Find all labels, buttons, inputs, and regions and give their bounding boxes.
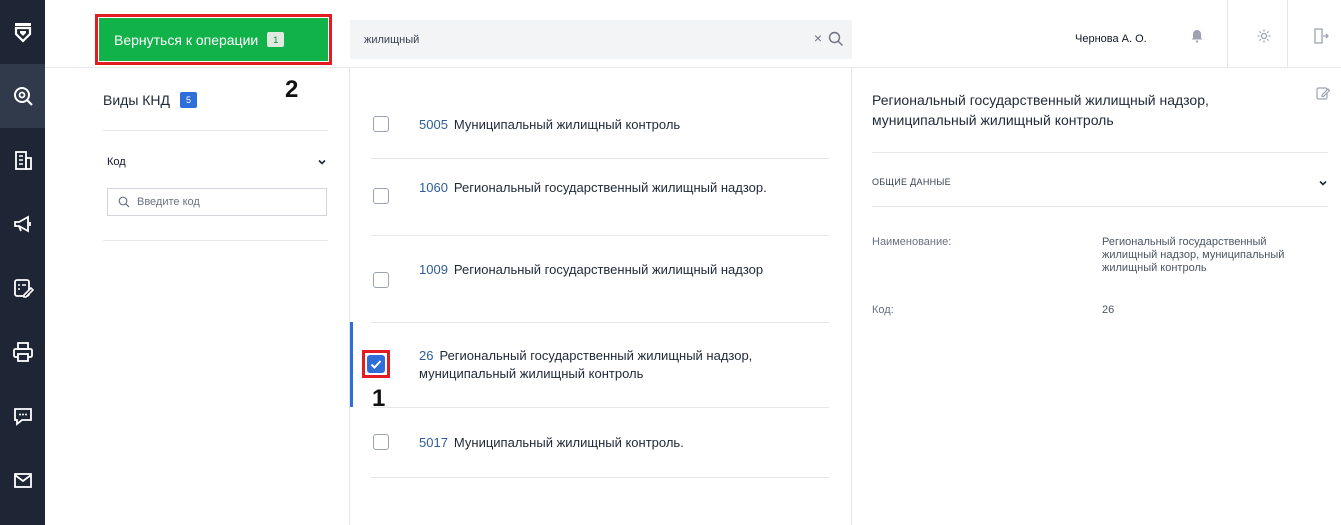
search-input[interactable] [364,33,804,46]
edit-icon[interactable] [1316,86,1330,100]
list-item-text: 1060 Региональный государственный жилищны… [419,180,767,195]
list-item-text: 5017 Муниципальный жилищный контроль. [419,435,684,450]
divider [103,130,328,131]
filter-title: Виды КНД 5 [103,92,198,108]
logo-shield-icon[interactable] [0,0,45,64]
return-to-operation-button[interactable]: Вернуться к операции 1 [99,18,328,61]
details-panel: Региональный государственный жилищный на… [852,68,1341,525]
divider [103,240,328,241]
list-item-text: 26 Региональный государственный жилищный … [419,348,753,381]
count-badge: 5 [180,92,198,108]
chevron-down-icon[interactable] [1318,178,1328,188]
chevron-down-icon[interactable] [317,157,327,167]
logout-icon[interactable] [1313,27,1329,45]
filter-title-text: Виды КНД [103,92,171,108]
selected-count-badge: 1 [267,32,285,47]
row-checkbox[interactable] [373,272,389,288]
row-checkbox-checked[interactable] [367,355,385,373]
divider [872,152,1328,153]
bell-icon[interactable] [1188,26,1206,44]
building-icon[interactable] [0,128,45,192]
name-field-value: Региональный государственный жилищный на… [1102,236,1285,274]
toolbar-divider [1287,0,1288,68]
edit-doc-icon[interactable] [0,256,45,320]
search-icon[interactable] [0,64,45,128]
row-checkbox[interactable] [373,434,389,450]
general-data-section[interactable]: ОБЩИЕ ДАННЫЕ [872,177,951,187]
list-item[interactable]: 5017 Муниципальный жилищный контроль. [371,408,829,478]
row-checkbox[interactable] [373,116,389,132]
list-item[interactable]: 5005 Муниципальный жилищный контроль [371,92,829,159]
filter-panel: Виды КНД 5 2 Код [45,68,350,525]
code-input[interactable] [137,196,317,208]
annotation-marker-2: 2 [285,76,299,103]
mail-icon[interactable] [0,448,45,512]
return-to-operation-label: Вернуться к операции [114,31,259,48]
toolbar-divider [1227,0,1228,68]
megaphone-icon[interactable] [0,192,45,256]
search-bar: × [350,20,852,59]
details-title: Региональный государственный жилищный на… [872,92,1209,128]
list-item-selected[interactable]: 26 Региональный государственный жилищный … [371,323,829,408]
user-name[interactable]: Чернова А. О. [1075,33,1147,45]
divider [872,206,1328,207]
code-filter-label[interactable]: Код [107,156,126,168]
name-field-label: Наименование: [872,236,952,248]
clear-search-icon[interactable]: × [814,30,822,46]
list-item-text: 5005 Муниципальный жилищный контроль [419,117,681,132]
search-submit-icon[interactable] [828,31,844,47]
row-checkbox[interactable] [373,188,389,204]
gear-icon[interactable] [1256,28,1272,44]
side-nav-rail [0,0,45,525]
selection-indicator [350,322,353,407]
code-field-label: Код: [872,304,894,316]
chat-icon[interactable] [0,384,45,448]
search-icon [118,196,130,208]
annotation-marker-1: 1 [372,385,386,412]
code-field-value: 26 [1102,304,1115,316]
list-item-text: 1009 Региональный государственный жилищны… [419,262,764,277]
printer-icon[interactable] [0,320,45,384]
results-list: 5005 Муниципальный жилищный контроль 1060… [350,68,852,525]
list-item[interactable]: 1009 Региональный государственный жилищны… [371,236,829,323]
code-filter-field [107,188,327,216]
list-item[interactable]: 1060 Региональный государственный жилищны… [371,159,829,236]
checkmark-icon [370,360,382,369]
